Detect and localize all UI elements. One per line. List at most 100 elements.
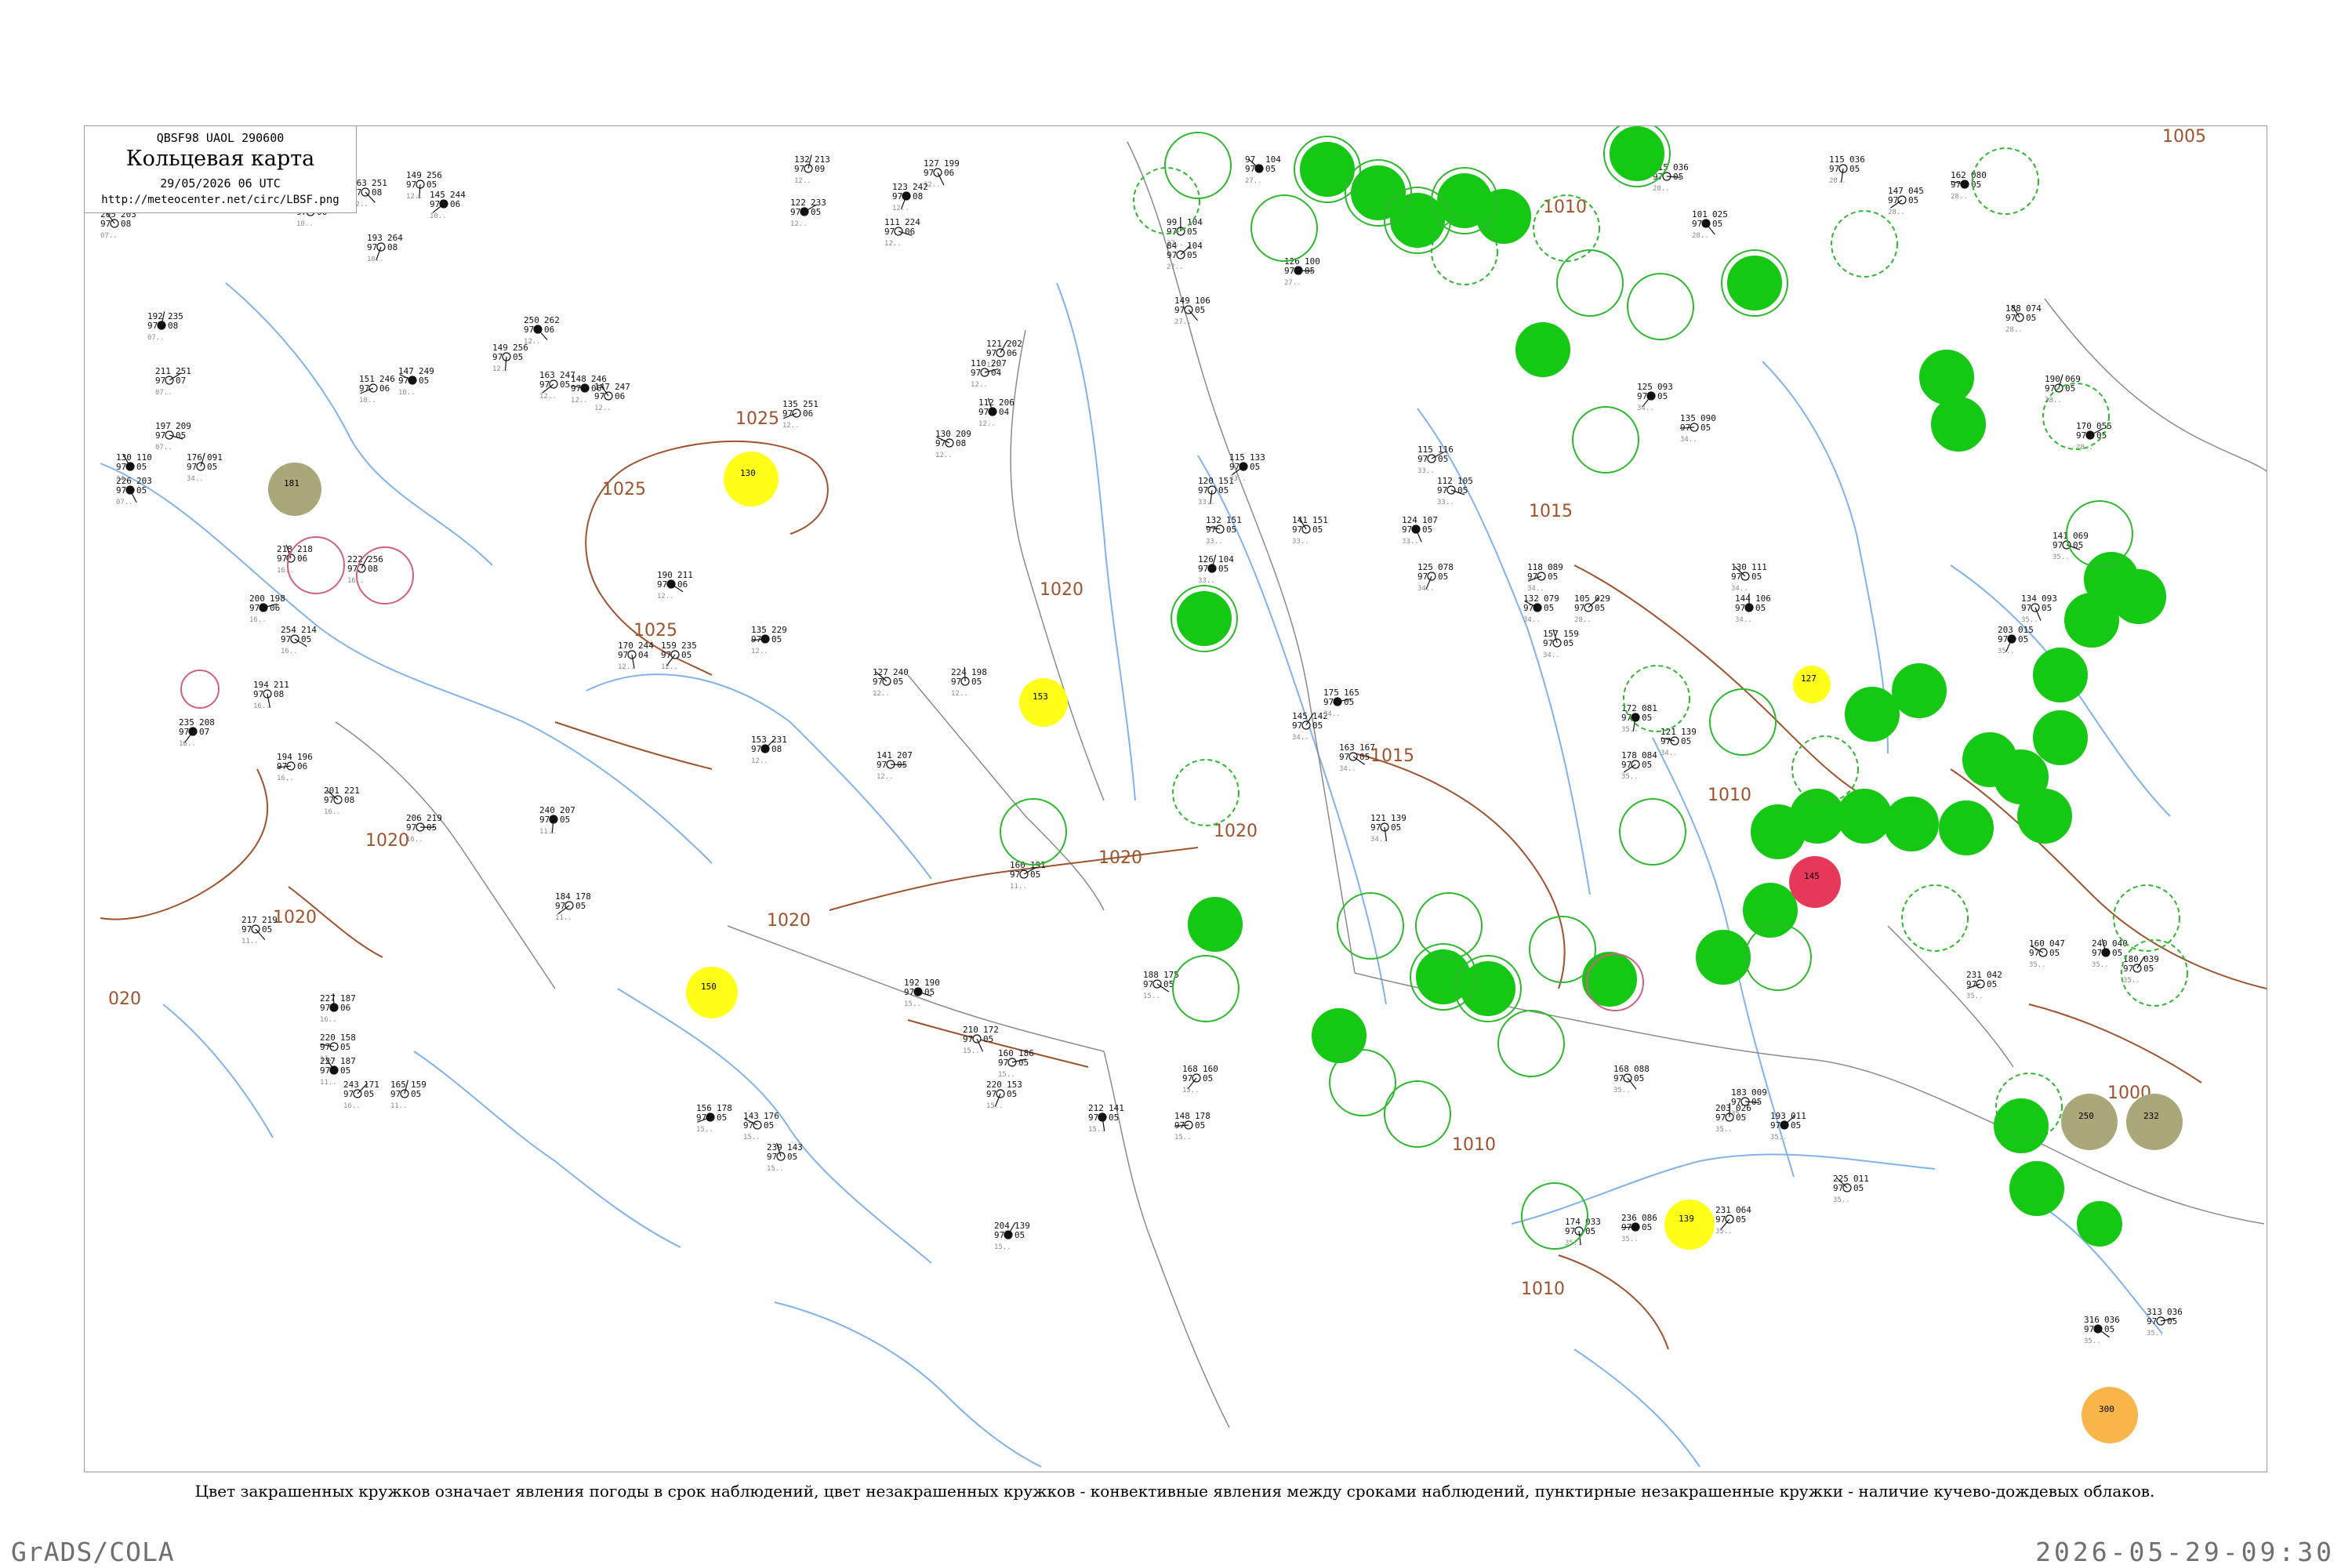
station-tendency: 06 <box>1007 348 1017 358</box>
station-plot: 147 24797 0612.. <box>594 382 630 412</box>
station-tendency: 05 <box>1987 979 1997 989</box>
station-id: 16.. <box>406 836 423 844</box>
station-tendency: 05 <box>2026 313 2036 323</box>
station-plot: 123 24297 0812.. <box>892 182 928 212</box>
station-tendency: 05 <box>1344 697 1354 707</box>
station-id: 35.. <box>2021 616 2038 624</box>
station-id: 07.. <box>116 499 133 506</box>
station-plot: 151 24697 0610.. <box>359 374 395 405</box>
convective-ring <box>1901 884 1969 952</box>
rain-marker <box>1919 350 1974 405</box>
station-id: 12.. <box>782 422 800 430</box>
station-dewpoint: 97 <box>1565 1226 1575 1236</box>
station-tendency: 05 <box>771 634 782 644</box>
isobar-label: 1010 <box>1708 786 1751 805</box>
station-id: 07.. <box>155 444 172 452</box>
station-tendency: 06 <box>340 1003 350 1013</box>
station-dewpoint: 97 <box>751 634 761 644</box>
rain-marker <box>1610 126 1664 181</box>
station-id: 12.. <box>877 773 894 781</box>
haze-marker <box>2126 1094 2183 1150</box>
station-dewpoint: 97 <box>1829 164 1839 174</box>
station-tendency: 05 <box>1755 603 1766 613</box>
station-plot: 188 07497 0528.. <box>2005 303 2042 334</box>
station-id: 28.. <box>1692 232 1709 240</box>
convective-ring <box>1627 273 1694 340</box>
station-tendency: 05 <box>971 677 982 687</box>
station-id: 07.. <box>100 232 118 240</box>
synoptic-map: 1025 1025 1025 1020 1020 1020 1020 1020 … <box>100 126 2267 1468</box>
station-tendency: 05 <box>207 462 217 472</box>
station-plot: 153 23197 0812.. <box>751 735 787 765</box>
station-id: 35.. <box>2147 1330 2164 1338</box>
station-id: 35.. <box>2123 977 2140 985</box>
marker-value: 250 <box>2078 1111 2094 1121</box>
station-dewpoint: 97 <box>539 815 550 825</box>
station-dewpoint: 97 <box>594 391 604 401</box>
station-tendency: 05 <box>560 379 570 390</box>
station-dewpoint: 97 <box>1715 1214 1726 1225</box>
station-tendency: 07 <box>176 376 186 386</box>
station-id: 10.. <box>359 397 376 405</box>
station-tendency: 04 <box>991 368 1002 378</box>
station-id: 12.. <box>594 405 612 412</box>
station-tendency: 06 <box>297 554 307 564</box>
convective-ring <box>1250 194 1318 262</box>
station-tendency: 06 <box>544 325 554 335</box>
station-dewpoint: 97 <box>1198 564 1208 574</box>
station-plot: 126 10497 0533.. <box>1198 554 1234 585</box>
station-dewpoint: 97 <box>571 383 581 394</box>
station-plot: 105 02997 0528.. <box>1574 593 1610 624</box>
station-dewpoint: 97 <box>743 1120 753 1131</box>
haze-marker <box>2061 1094 2118 1150</box>
station-id: 12.. <box>951 690 968 698</box>
station-tendency: 05 <box>513 352 523 362</box>
station-plot: 84 10497 0527.. <box>1167 241 1203 271</box>
station-tendency: 05 <box>2104 1324 2114 1334</box>
station-plot: 204 13997 0515.. <box>994 1221 1030 1251</box>
station-tendency: 05 <box>1457 485 1468 495</box>
squall-ring <box>180 670 220 709</box>
station-tendency: 05 <box>1700 423 1711 433</box>
station-dewpoint: 97 <box>986 348 996 358</box>
station-plot: 212 14197 0515.. <box>1088 1103 1124 1134</box>
station-plot: 149 25697 0512.. <box>492 343 528 373</box>
station-id: 15.. <box>998 1071 1015 1079</box>
station-id: 12.. <box>751 757 768 765</box>
station-plot: 132 21397 0912.. <box>794 154 830 185</box>
station-dewpoint: 97 <box>100 219 111 229</box>
station-tendency: 09 <box>815 164 825 174</box>
station-tendency: 05 <box>2112 948 2122 958</box>
rain-marker <box>1696 930 1751 985</box>
station-dewpoint: 97 <box>998 1058 1008 1068</box>
station-dewpoint: 97 <box>430 199 440 209</box>
isobar-label: 1025 <box>735 409 779 429</box>
station-id: 35.. <box>1731 1110 1748 1118</box>
station-dewpoint: 97 <box>249 603 260 613</box>
station-tendency: 05 <box>1642 713 1652 723</box>
station-id: 16.. <box>281 648 298 655</box>
station-plot: 201 22197 0816.. <box>324 786 360 816</box>
station-tendency: 05 <box>983 1034 993 1044</box>
station-tendency: 06 <box>905 227 915 237</box>
station-dewpoint: 97 <box>1292 720 1302 731</box>
station-id: 34.. <box>1370 836 1388 844</box>
station-dewpoint: 97 <box>696 1112 706 1123</box>
rivers <box>100 282 2171 1468</box>
station-dewpoint: 97 <box>1284 266 1294 276</box>
station-plot: 159 23597 0512.. <box>661 641 697 671</box>
station-id: 33.. <box>1437 499 1454 506</box>
station-dewpoint: 97 <box>1770 1120 1780 1131</box>
station-id: 12.. <box>571 397 588 405</box>
convective-ring <box>1172 759 1240 826</box>
isobar-label: 1025 <box>633 621 677 641</box>
station-dewpoint: 97 <box>1198 485 1208 495</box>
convective-ring <box>1172 955 1240 1022</box>
marker-value: 145 <box>1804 871 1820 881</box>
station-id: 16.. <box>324 808 341 816</box>
station-plot: 101 02597 0528.. <box>1692 209 1728 240</box>
station-plot: 127 24097 0512.. <box>873 667 909 698</box>
station-dewpoint: 97 <box>241 924 252 935</box>
station-dewpoint: 97 <box>155 430 165 441</box>
station-plot: 141 20797 0512.. <box>877 750 913 781</box>
